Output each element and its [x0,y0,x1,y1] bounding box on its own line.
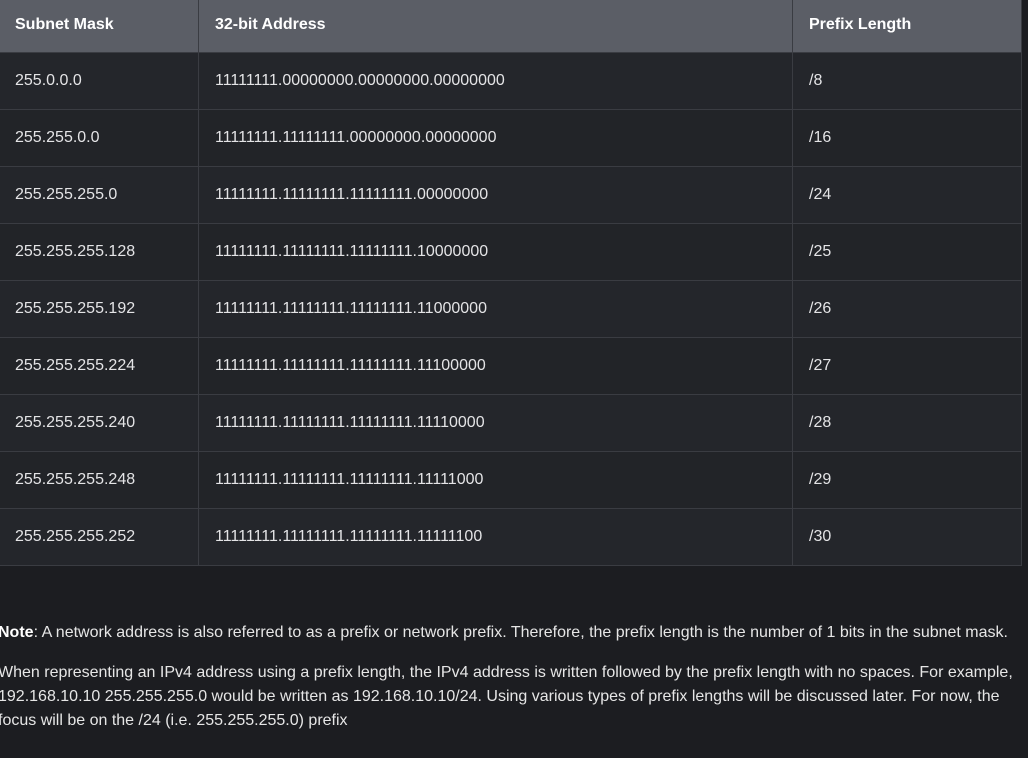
table-row: 255.255.255.252 11111111.11111111.111111… [0,508,1022,566]
table-row: 255.255.255.248 11111111.11111111.111111… [0,451,1022,509]
subnet-mask-cell: 255.255.0.0 [0,109,199,167]
subnet-mask-cell: 255.255.255.240 [0,394,199,452]
binary-address-cell: 11111111.11111111.11111111.11000000 [198,280,793,338]
prefix-explanation-paragraph: When representing an IPv4 address using … [0,664,1013,729]
note-paragraph: Note: A network address is also referred… [0,621,1026,645]
binary-address-cell: 11111111.11111111.11111111.11110000 [198,394,793,452]
binary-address-cell: 11111111.11111111.11111111.11100000 [198,337,793,395]
prefix-length-cell: /26 [792,280,1022,338]
table-row: 255.255.255.224 11111111.11111111.111111… [0,337,1022,395]
table-row: 255.255.255.192 11111111.11111111.111111… [0,280,1022,338]
note-label: Note [0,624,34,641]
prefix-length-cell: /28 [792,394,1022,452]
prefix-length-cell: /24 [792,166,1022,224]
header-prefix-length: Prefix Length [792,0,1022,53]
binary-address-cell: 11111111.11111111.11111111.11111000 [198,451,793,509]
header-subnet-mask: Subnet Mask [0,0,199,53]
subnet-mask-cell: 255.255.255.0 [0,166,199,224]
prefix-length-cell: /8 [792,52,1022,110]
table-row: 255.255.0.0 11111111.11111111.00000000.0… [0,109,1022,167]
note-text: : A network address is also referred to … [33,624,1008,641]
subnet-mask-cell: 255.255.255.192 [0,280,199,338]
subnet-mask-table: Subnet Mask 32-bit Address Prefix Length… [0,0,1022,566]
table-row: 255.255.255.128 11111111.11111111.111111… [0,223,1022,281]
prefix-length-cell: /25 [792,223,1022,281]
table-row: 255.255.255.240 11111111.11111111.111111… [0,394,1022,452]
table-row: 255.0.0.0 11111111.00000000.00000000.000… [0,52,1022,110]
subnet-mask-cell: 255.255.255.224 [0,337,199,395]
header-row: Subnet Mask 32-bit Address Prefix Length [0,0,1022,53]
table-row: 255.255.255.0 11111111.11111111.11111111… [0,166,1022,224]
prefix-length-cell: /27 [792,337,1022,395]
prefix-length-cell: /16 [792,109,1022,167]
binary-address-cell: 11111111.11111111.11111111.00000000 [198,166,793,224]
binary-address-cell: 11111111.00000000.00000000.00000000 [198,52,793,110]
subnet-mask-cell: 255.255.255.128 [0,223,199,281]
table-header: Subnet Mask 32-bit Address Prefix Length [0,0,1022,53]
subnet-mask-cell: 255.255.255.252 [0,508,199,566]
header-32-bit-address: 32-bit Address [198,0,793,53]
prefix-length-cell: /30 [792,508,1022,566]
notes-section: Note: A network address is also referred… [0,621,1026,749]
binary-address-cell: 11111111.11111111.00000000.00000000 [198,109,793,167]
page: Subnet Mask 32-bit Address Prefix Length… [0,0,1028,758]
subnet-mask-cell: 255.255.255.248 [0,451,199,509]
table-body: 255.0.0.0 11111111.00000000.00000000.000… [0,52,1022,566]
prefix-length-cell: /29 [792,451,1022,509]
subnet-mask-cell: 255.0.0.0 [0,52,199,110]
binary-address-cell: 11111111.11111111.11111111.11111100 [198,508,793,566]
binary-address-cell: 11111111.11111111.11111111.10000000 [198,223,793,281]
